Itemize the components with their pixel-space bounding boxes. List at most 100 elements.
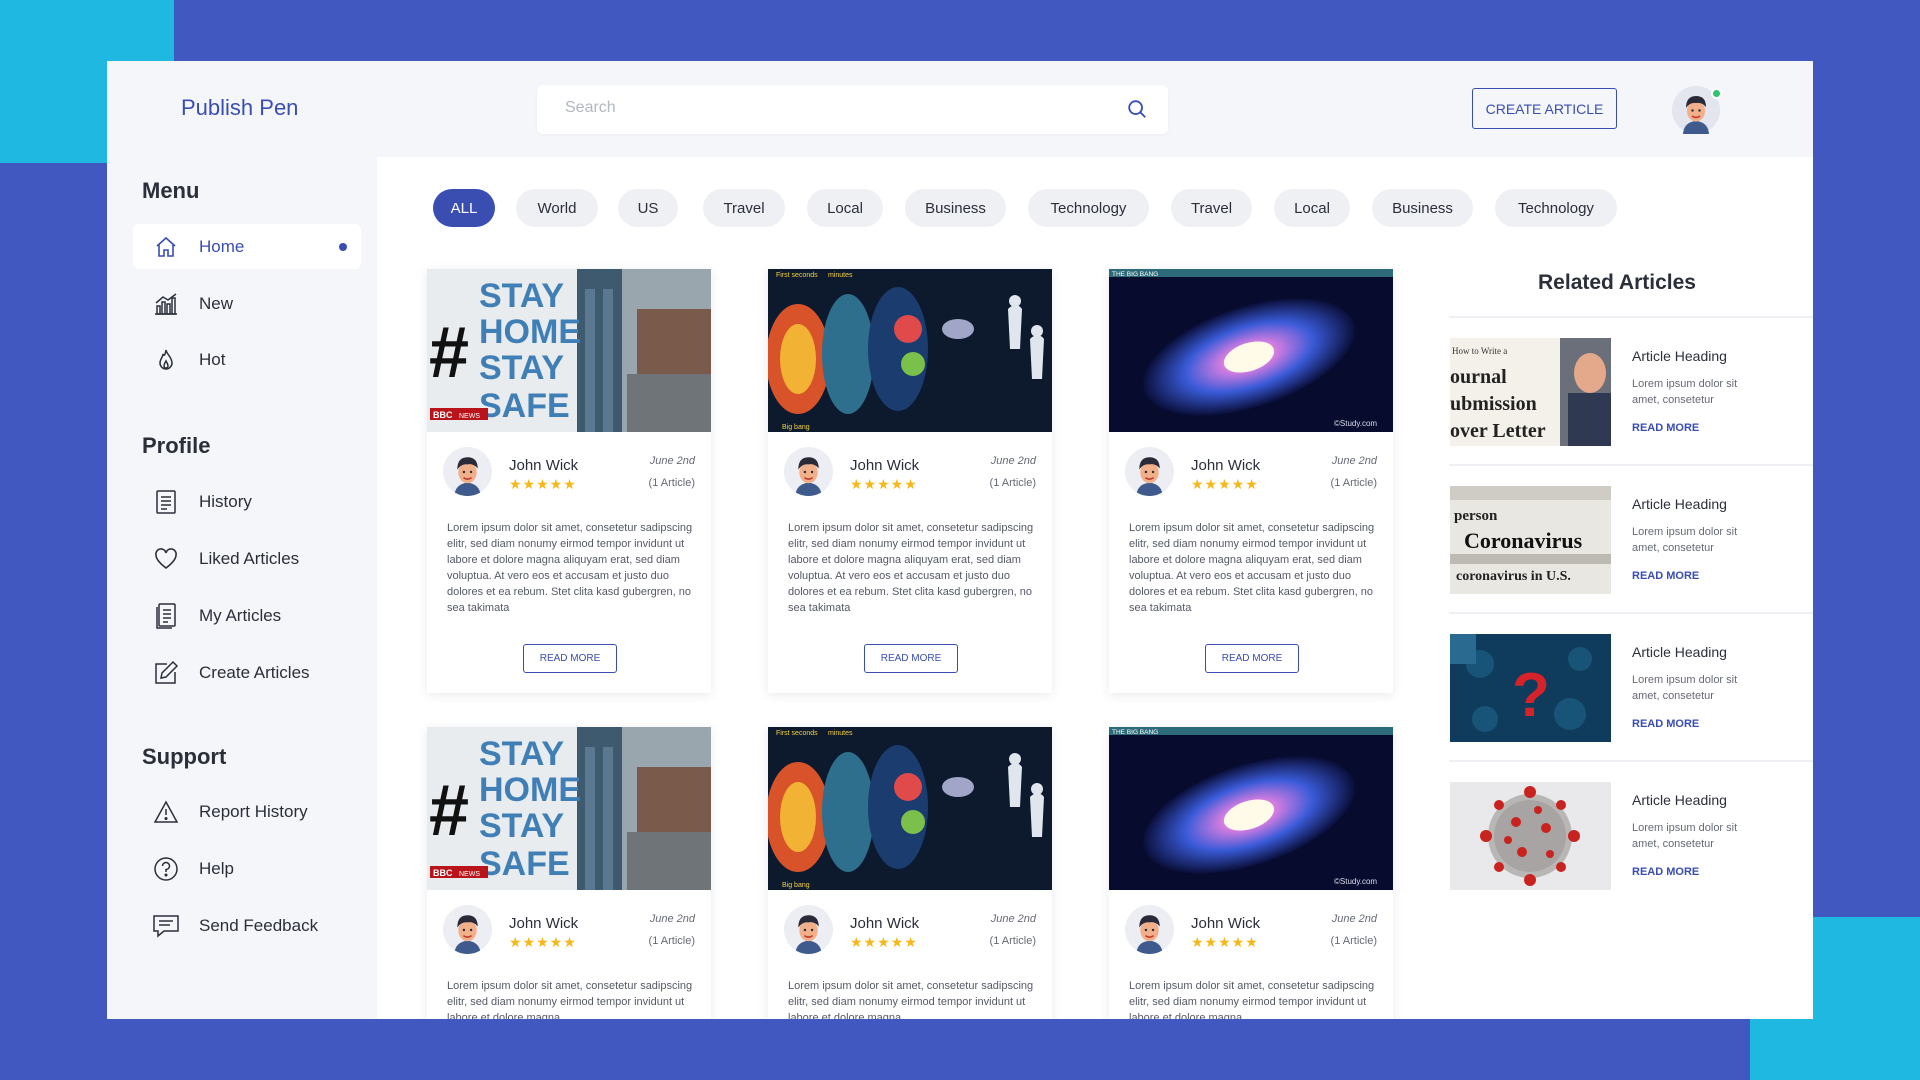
divider xyxy=(1449,464,1813,466)
author-name: John Wick xyxy=(1191,457,1261,474)
category-chip-us[interactable]: US xyxy=(618,189,678,227)
sidebar-item-new[interactable]: New xyxy=(133,281,361,326)
sidebar-item-label: New xyxy=(199,293,234,313)
sidebar-item-create-articles[interactable]: Create Articles xyxy=(133,650,361,695)
image-text: NEWS xyxy=(459,413,480,420)
related-articles-title: Related Articles xyxy=(1538,271,1696,294)
article-card[interactable]: # STAY HOME STAY SAFE BBC NEWS John Wick ★★★★★ Ju… xyxy=(427,269,711,693)
divider xyxy=(1449,316,1813,318)
article-card[interactable]: First seconds minutes Big bang John Wick ★★★… xyxy=(768,727,1052,1019)
category-chip-all[interactable]: ALL xyxy=(433,189,495,227)
category-chip-travel[interactable]: Travel xyxy=(1171,189,1252,227)
article-excerpt: Lorem ipsum dolor sit amet, consetetur s… xyxy=(1129,522,1375,614)
related-article-item[interactable]: How to Write a ournal ubmission over Let… xyxy=(1450,338,1790,446)
article-date: June 2nd xyxy=(1331,455,1377,467)
image-text: ubmission xyxy=(1450,393,1537,415)
read-more-button[interactable]: READ MORE xyxy=(1205,644,1299,673)
author-name: John Wick xyxy=(850,457,920,474)
image-text: BBC xyxy=(433,410,453,420)
category-chip-business[interactable]: Business xyxy=(905,189,1006,227)
related-article-excerpt: Lorem ipsum dolor sit amet, consetetur xyxy=(1632,674,1738,702)
author-avatar xyxy=(1125,905,1174,954)
stay-home-image: # STAY HOME STAY SAFE BBC NEWS xyxy=(427,727,711,890)
brand-logo[interactable]: Publish Pen xyxy=(181,95,298,121)
user-avatar[interactable] xyxy=(1672,86,1722,134)
sidebar-item-report-history[interactable]: Report History xyxy=(133,789,361,834)
related-article-excerpt: Lorem ipsum dolor sit amet, consetetur xyxy=(1632,822,1738,850)
search-input[interactable] xyxy=(565,99,1085,117)
article-date: June 2nd xyxy=(649,913,695,925)
help-icon xyxy=(152,855,180,883)
category-chip-local[interactable]: Local xyxy=(1274,189,1350,227)
article-card[interactable]: THE BIG BANG ©Study.com John Wick ★★★★★ June… xyxy=(1109,269,1393,693)
sidebar-item-liked-articles[interactable]: Liked Articles xyxy=(133,536,361,581)
sidebar-item-hot[interactable]: Hot xyxy=(133,337,361,382)
author-avatar xyxy=(443,447,492,496)
rating-stars: ★★★★★ xyxy=(850,934,918,950)
article-count: (1 Article) xyxy=(1330,477,1377,489)
author-meta: John Wick ★★★★★ June 2nd (1 Article) xyxy=(443,905,695,957)
image-text: # xyxy=(429,313,469,393)
related-article-heading: Article Heading xyxy=(1632,644,1727,660)
article-count: (1 Article) xyxy=(1330,935,1377,947)
author-name: John Wick xyxy=(509,915,579,932)
article-card[interactable]: # STAY HOME STAY SAFE BBC NEWS John Wick ★★★★★ Ju… xyxy=(427,727,711,1019)
category-chip-local[interactable]: Local xyxy=(807,189,883,227)
image-text: First seconds xyxy=(776,730,818,737)
category-chip-technology[interactable]: Technology xyxy=(1028,189,1149,227)
sidebar-item-help[interactable]: Help xyxy=(133,846,361,891)
sidebar-item-home[interactable]: Home xyxy=(133,224,361,269)
image-text: SAFE xyxy=(479,845,570,883)
image-text: BBC xyxy=(433,868,453,878)
rating-stars: ★★★★★ xyxy=(850,476,918,492)
sidebar-item-label: Create Articles xyxy=(199,662,310,682)
create-article-button[interactable]: CREATE ARTICLE xyxy=(1472,88,1617,129)
warning-icon xyxy=(152,798,180,826)
sidebar: Menu Home New Hot Profile History Liked … xyxy=(107,157,377,1019)
flame-icon xyxy=(152,346,180,374)
image-text: SAFE xyxy=(479,387,570,425)
rating-stars: ★★★★★ xyxy=(1191,934,1259,950)
search-icon[interactable] xyxy=(1126,98,1148,120)
image-text: STAY xyxy=(479,807,564,845)
sidebar-item-label: Report History xyxy=(199,801,308,821)
read-more-link[interactable]: READ MORE xyxy=(1632,570,1699,582)
article-date: June 2nd xyxy=(649,455,695,467)
category-chip-travel[interactable]: Travel xyxy=(703,189,785,227)
sidebar-item-my-articles[interactable]: My Articles xyxy=(133,593,361,638)
sidebar-item-label: Send Feedback xyxy=(199,915,319,935)
category-chip-business[interactable]: Business xyxy=(1372,189,1473,227)
history-icon xyxy=(152,488,180,516)
category-chip-world[interactable]: World xyxy=(516,189,598,227)
related-article-item[interactable]: person Coronavirus coronavirus in U.S. A… xyxy=(1450,486,1790,594)
image-text: ©Study.com xyxy=(1334,419,1377,428)
feedback-icon xyxy=(152,912,180,940)
read-more-link[interactable]: READ MORE xyxy=(1632,422,1699,434)
top-bar: Publish Pen CREATE ARTICLE xyxy=(107,61,1813,157)
image-text: coronavirus in U.S. xyxy=(1456,569,1571,584)
related-article-item[interactable]: ? Article Heading Lorem ipsum dolor sit … xyxy=(1450,634,1790,742)
article-excerpt: Lorem ipsum dolor sit amet, consetetur s… xyxy=(447,980,693,1019)
image-text: ? xyxy=(1512,661,1550,730)
image-text: ©Study.com xyxy=(1334,877,1377,886)
category-chip-technology[interactable]: Technology xyxy=(1495,189,1617,227)
stay-home-image: # STAY HOME STAY SAFE BBC NEWS xyxy=(427,269,711,432)
article-date: June 2nd xyxy=(990,913,1036,925)
rating-stars: ★★★★★ xyxy=(1191,476,1259,492)
read-more-link[interactable]: READ MORE xyxy=(1632,718,1699,730)
read-more-button[interactable]: READ MORE xyxy=(864,644,958,673)
article-card[interactable]: THE BIG BANG ©Study.com John Wick ★★★★★ June… xyxy=(1109,727,1393,1019)
article-card[interactable]: First seconds minutes Big bang John Wick ★★★… xyxy=(768,269,1052,693)
image-text: STAY xyxy=(479,735,564,773)
sidebar-item-send-feedback[interactable]: Send Feedback xyxy=(133,903,361,948)
sidebar-item-history[interactable]: History xyxy=(133,479,361,524)
related-article-item[interactable]: Article Heading Lorem ipsum dolor sit am… xyxy=(1450,782,1790,890)
image-text: THE BIG BANG xyxy=(1112,271,1158,278)
read-more-link[interactable]: READ MORE xyxy=(1632,866,1699,878)
image-text: ournal xyxy=(1450,366,1507,388)
related-article-heading: Article Heading xyxy=(1632,792,1727,808)
related-article-heading: Article Heading xyxy=(1632,348,1727,364)
read-more-button[interactable]: READ MORE xyxy=(523,644,617,673)
support-section-title: Support xyxy=(142,744,227,769)
article-count: (1 Article) xyxy=(648,935,695,947)
